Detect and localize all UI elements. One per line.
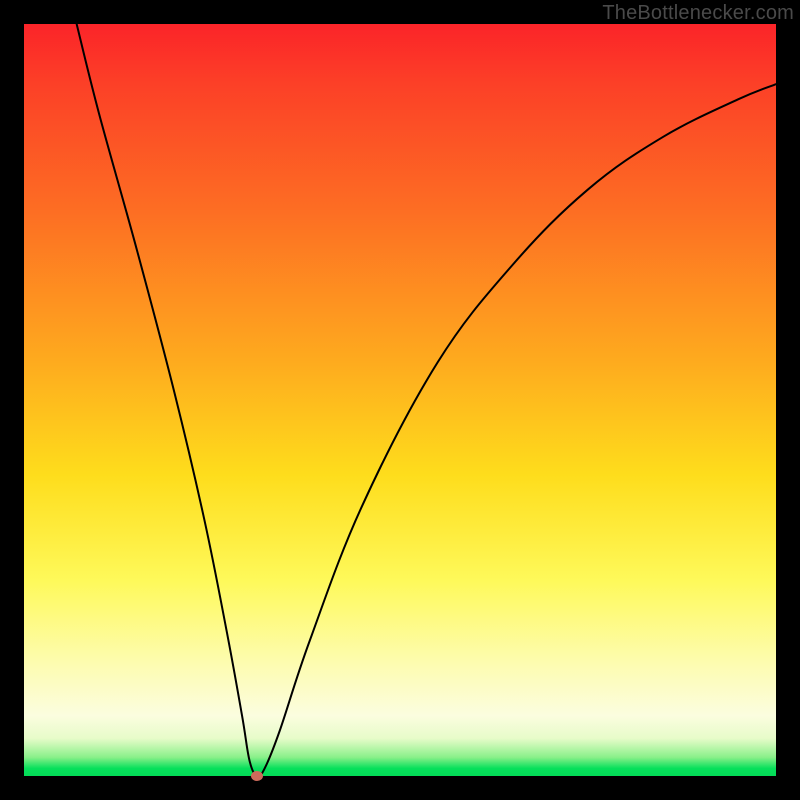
- min-bottleneck-marker: [251, 771, 263, 781]
- watermark-text: TheBottlenecker.com: [602, 2, 794, 25]
- plot-area: [24, 24, 776, 776]
- chart-frame: TheBottlenecker.com: [0, 0, 800, 800]
- curve-path: [77, 24, 776, 777]
- bottleneck-curve: [24, 24, 776, 776]
